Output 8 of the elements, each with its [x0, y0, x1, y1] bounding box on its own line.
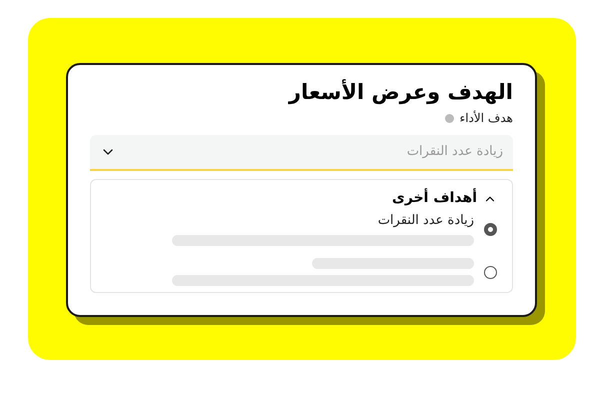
accordion-header[interactable]: أهداف أخرى [392, 188, 497, 209]
radio-button[interactable] [484, 223, 497, 236]
card-title: الهدف وعرض الأسعار [287, 78, 513, 106]
option-label: زيادة عدد النقرات [376, 213, 474, 229]
subtitle: هدف الأداء [460, 110, 513, 127]
info-icon [444, 114, 454, 122]
radio-button[interactable] [484, 266, 497, 278]
dropdown-placeholder: زيادة عدد النقرات [406, 143, 503, 162]
